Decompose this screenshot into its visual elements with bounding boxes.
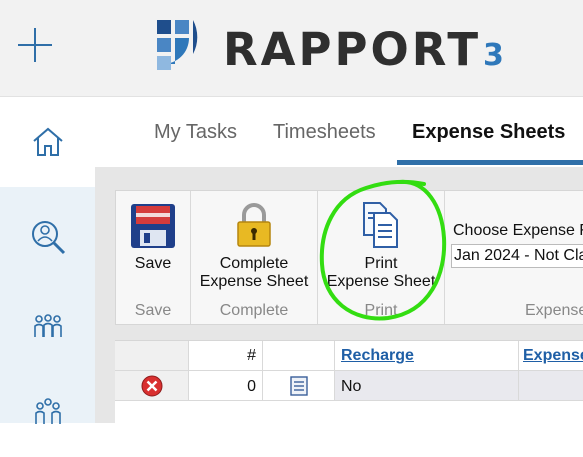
ribbon-group-complete: Complete Expense Sheet Complete [191, 191, 318, 324]
choose-expense-label: Choose Expense F [453, 222, 583, 239]
row-expense-cell[interactable] [519, 371, 583, 401]
save-button[interactable]: Save [116, 199, 190, 273]
logo-wordmark: RAPPORT3 [223, 22, 504, 84]
logo-version: 3 [483, 38, 504, 73]
expense-table: # Recharge Expense 0 No [115, 340, 583, 424]
expense-header-link[interactable]: Expense [523, 347, 583, 364]
floppy-disk-icon [131, 204, 175, 248]
tab-my-tasks[interactable]: My Tasks [154, 121, 237, 144]
tab-timesheets[interactable]: Timesheets [273, 121, 376, 144]
app-header: RAPPORT3 [0, 0, 583, 97]
header-cell-expense[interactable]: Expense [519, 341, 583, 371]
tab-expense-sheets[interactable]: Expense Sheets [412, 121, 565, 144]
active-tab-indicator [397, 160, 583, 165]
main-tabs: My Tasks Timesheets Expense Sheets [95, 97, 583, 167]
sidebar-item-search-person[interactable] [0, 192, 95, 282]
search-person-icon [31, 221, 65, 255]
document-list-icon[interactable] [289, 375, 308, 396]
team-icon [33, 314, 62, 337]
add-icon[interactable] [16, 26, 54, 64]
logo-mark-icon [157, 20, 198, 70]
save-button-label: Save [134, 255, 172, 272]
expense-sheet-select[interactable]: Jan 2024 - Not Cla [451, 244, 583, 268]
row-delete-cell[interactable] [115, 371, 189, 401]
row-recharge-cell[interactable]: No [335, 371, 519, 401]
padlock-icon [237, 203, 271, 247]
complete-button-label-line2: Expense Sheet [199, 273, 309, 290]
ribbon-group-complete-label: Complete [219, 302, 289, 319]
row-num-cell: 0 [189, 371, 263, 401]
home-icon [32, 127, 63, 156]
sidebar [0, 97, 95, 424]
ribbon-group-save: Save Save [116, 191, 191, 324]
recharge-header-link[interactable]: Recharge [341, 347, 414, 364]
ribbon-group-expense-label: Expense [525, 302, 583, 319]
ribbon-group-save-label: Save [134, 302, 172, 319]
team-group-icon [34, 398, 61, 424]
header-cell-doc [263, 341, 335, 371]
logo-name: RAPPORT [223, 23, 482, 76]
app-logo: RAPPORT3 [155, 18, 555, 80]
sidebar-item-team-2[interactable] [0, 367, 95, 457]
highlight-circle [319, 179, 447, 321]
header-cell-action [115, 341, 189, 371]
complete-expense-sheet-button[interactable]: Complete Expense Sheet [191, 203, 317, 291]
sidebar-item-home[interactable] [0, 97, 95, 187]
sidebar-item-team[interactable] [0, 282, 95, 372]
ribbon-group-expense: Choose Expense F Jan 2024 - Not Cla Expe… [445, 191, 583, 324]
delete-icon[interactable] [141, 375, 163, 397]
complete-button-label-line1: Complete [219, 255, 289, 272]
header-cell-recharge[interactable]: Recharge [335, 341, 519, 371]
row-doc-cell[interactable] [263, 371, 335, 401]
header-cell-num: # [189, 341, 263, 371]
